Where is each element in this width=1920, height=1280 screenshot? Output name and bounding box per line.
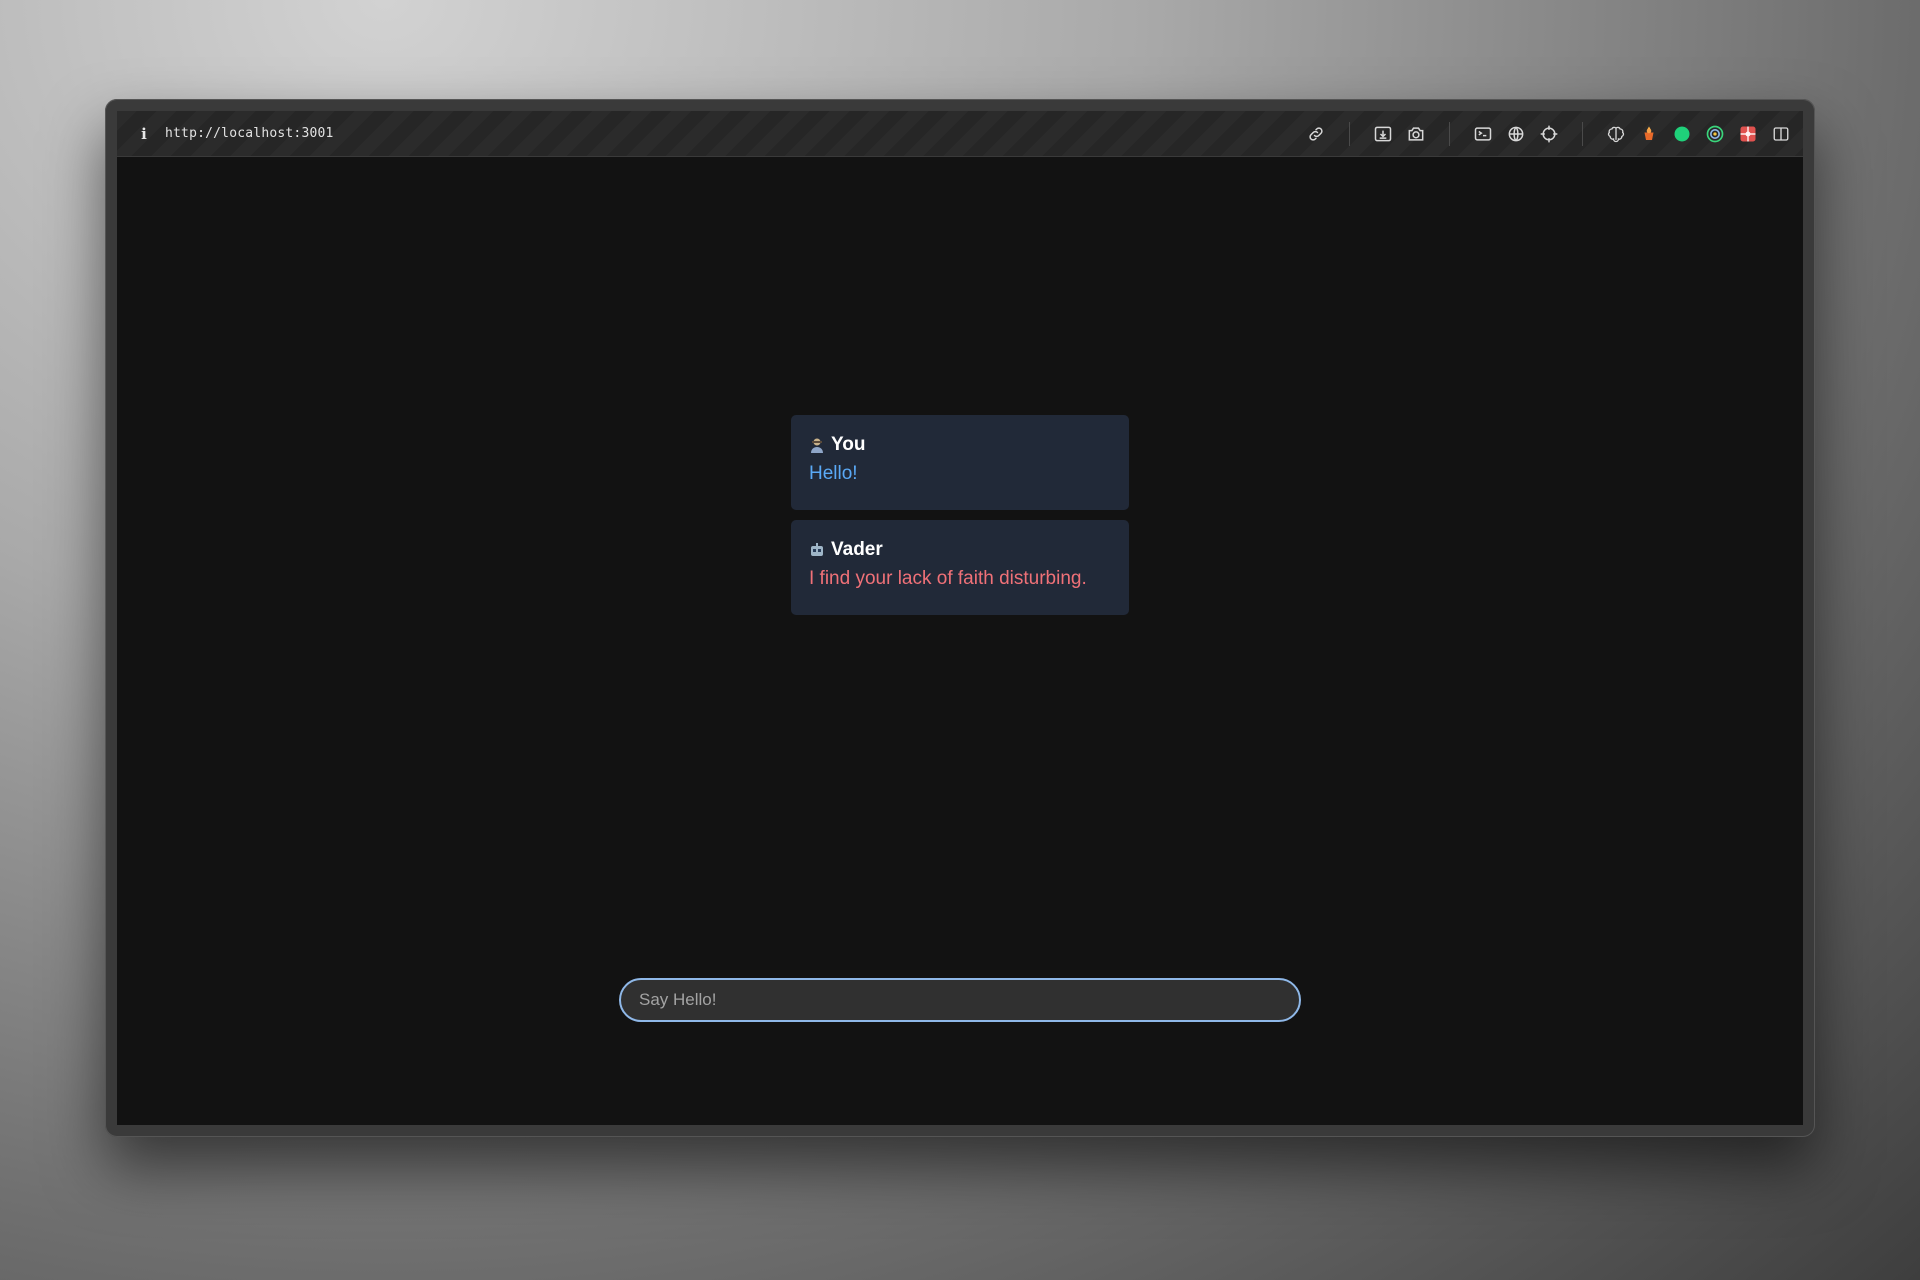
browser-toolbar: i http://localhost:3001	[117, 111, 1803, 157]
split-panel-icon[interactable]	[1769, 122, 1793, 146]
chat-message-user: You Hello!	[791, 415, 1129, 510]
toolbar-tools	[1295, 111, 1793, 156]
sender-name: You	[831, 434, 866, 455]
message-text: Hello!	[809, 463, 858, 484]
target-icon[interactable]	[1703, 122, 1727, 146]
robot-avatar-icon	[809, 542, 825, 558]
terminal-icon[interactable]	[1471, 122, 1495, 146]
browser-window: i http://localhost:3001 You Hello! Vader…	[105, 99, 1815, 1137]
fox-icon[interactable]	[1637, 122, 1661, 146]
url-text[interactable]: http://localhost:3001	[165, 126, 334, 141]
message-sender: You	[809, 433, 1111, 457]
toolbar-divider	[1349, 121, 1350, 146]
download-screen-icon[interactable]	[1371, 122, 1395, 146]
green-dot-icon[interactable]	[1670, 122, 1694, 146]
sender-name: Vader	[831, 539, 883, 560]
camera-icon[interactable]	[1404, 122, 1428, 146]
user-avatar-icon	[809, 437, 825, 453]
message-sender: Vader	[809, 538, 1111, 562]
toolbar-divider	[1449, 121, 1450, 146]
brain-icon[interactable]	[1604, 122, 1628, 146]
toolbar-divider	[1582, 121, 1583, 146]
chat-message-list: You Hello! Vader I find your lack of fai…	[791, 415, 1129, 625]
browser-content: i http://localhost:3001 You Hello! Vader…	[117, 111, 1803, 1125]
message-text: I find your lack of faith disturbing.	[809, 568, 1087, 589]
chat-input[interactable]	[621, 980, 1299, 1020]
globe-icon[interactable]	[1504, 122, 1528, 146]
crosshair-icon[interactable]	[1537, 122, 1561, 146]
chat-message-bot: Vader I find your lack of faith disturbi…	[791, 520, 1129, 615]
info-icon[interactable]: i	[137, 125, 151, 143]
gift-icon[interactable]	[1736, 122, 1760, 146]
link-icon[interactable]	[1304, 122, 1328, 146]
chat-input-container	[619, 978, 1301, 1022]
